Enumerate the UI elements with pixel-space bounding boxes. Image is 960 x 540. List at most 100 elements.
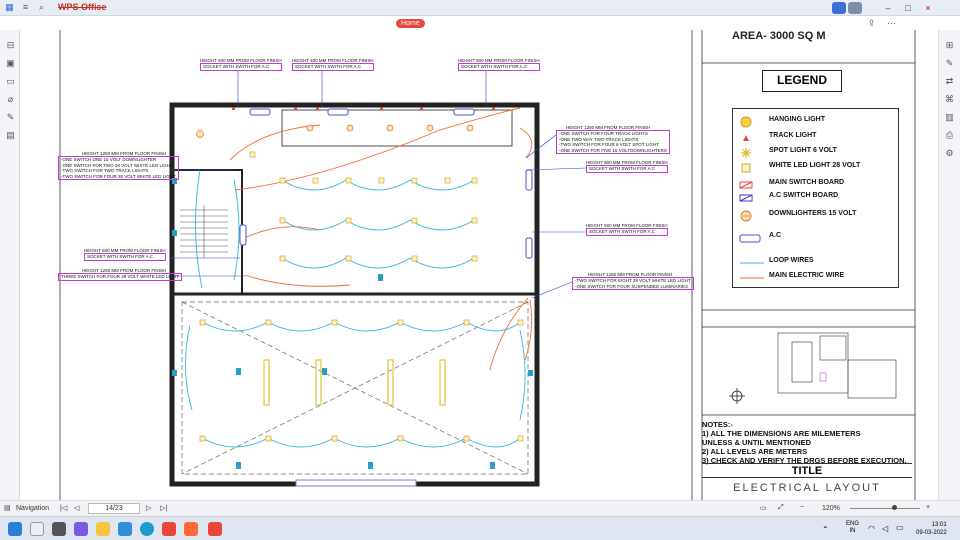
file-explorer-icon[interactable] [96,522,110,536]
zoom-out-icon[interactable]: − [800,504,804,511]
callout-top-left: HEIGHT 600 MM FROM FLOOR FINISH SOCKET W… [200,58,282,71]
language-indicator[interactable]: ENG IN [846,521,859,535]
comment-icon[interactable]: ▭ [5,76,16,87]
search-icon[interactable]: ⌕ [36,2,47,13]
close-icon[interactable]: × [920,2,936,14]
downlighters [196,124,474,138]
volume-icon[interactable]: ◁ [882,524,888,533]
attachment-icon[interactable]: ⌀ [5,94,16,105]
note-line: UNLESS & UNTIL MENTIONED [702,438,812,447]
loop-wires-upper [195,169,475,289]
pdf-app-icon[interactable] [162,522,176,536]
legend-label: DOWNLIGHTERS 15 VOLT [769,210,857,217]
bookmark-icon[interactable]: ⊟ [5,40,16,51]
callout-right-2: HEIGHT 600 MM FROM FLOOR FINISH SOCKET W… [586,160,668,173]
menu-icon[interactable]: ≡ [20,2,31,13]
callout-text: THREE SWITCH FOR FOUR 28 VOLT WHITE LED … [58,273,183,281]
tray-chevron-icon[interactable]: ⌃ [822,525,829,534]
store-icon[interactable] [118,522,132,536]
tool-icon[interactable]: ⊞ [944,40,955,51]
wps-icon[interactable] [208,522,222,536]
first-page-icon[interactable]: |◁ [60,504,67,512]
layers-icon[interactable]: ▤ [5,130,16,141]
counter-outline [281,109,513,147]
search-icon[interactable] [30,522,44,536]
zoom-in-icon[interactable]: + [926,504,930,511]
battery-icon[interactable]: ▭ [896,523,904,532]
staircase [180,205,228,258]
main-electric-wires [229,107,533,371]
office-icon[interactable] [184,522,198,536]
wifi-icon[interactable]: ◠ [868,524,875,533]
tab-page[interactable]: Page [531,19,557,28]
page-input[interactable]: 14/23 [88,503,140,514]
clock-time: 13:01 [931,522,947,528]
legend-label: HANGING LIGHT [769,116,825,123]
settings-icon[interactable]: ⚙ [944,148,955,159]
view-mode-icon[interactable]: ▭ [760,504,767,512]
clock[interactable]: 13:01 09-03-2022 [916,521,947,537]
left-sidebar: ⊟ ▣ ▭ ⌀ ✎ ▤ [0,30,20,500]
user-avatar[interactable] [848,2,862,14]
navigation-icon[interactable]: ▤ [4,504,11,512]
callout-text: SOCKET WITH SWITH FOR A.C [586,228,668,236]
ribbon-tabs: Home Insert Comment Edit Page Protect To… [396,19,624,28]
area-label: AREA- 3000 SQ M [732,30,826,42]
zoom-level[interactable]: 120% [822,505,840,512]
translate-icon[interactable]: ⌘ [944,94,955,105]
legend-item: HANGING LIGHT [733,115,900,129]
callout-lines: -ONE SWITCH ONE 15 VOLT DOWNLIGHTER -ONE… [58,156,179,180]
legend-item: MAIN SWITCH BOARD [733,178,900,192]
tab-home[interactable]: Home [396,19,425,28]
legend-item: LOOP WIRES [733,256,900,270]
legend-item: A.C SWITCH BOARD [733,191,900,205]
more-icon[interactable]: ⋯ [886,18,897,29]
legend-heading: LEGEND [762,70,842,92]
minimize-icon[interactable]: – [880,2,896,14]
application-window: ▦ ≡ ⌕ WPS Office – □ × ⇪ ⋯ Home Insert C… [0,0,960,540]
last-page-icon[interactable]: ▷| [160,504,167,512]
legend-label: MAIN ELECTRIC WIRE [769,272,845,279]
fit-icon[interactable]: ⤢ [778,504,784,512]
tab-comment[interactable]: Comment [460,19,500,28]
convert-icon[interactable]: ⇄ [944,76,955,87]
tab-edit[interactable]: Edit [505,19,527,28]
callout-height: HEIGHT 600 MM FROM FLOOR FINISH [200,58,282,63]
zoom-slider-handle[interactable] [892,505,897,510]
stair-wall [171,169,243,295]
start-icon[interactable] [8,522,22,536]
callout-right-4: HEIGHT 1250 MM FROM FLOOR FINISH -TWO SW… [572,272,694,290]
next-page-icon[interactable]: ▷ [146,504,151,512]
status-bar: ▤ Navigation |◁ ◁ 14/23 ▷ ▷| ▭ ⤢ − 120% … [0,500,960,516]
compress-icon[interactable]: ▥ [944,112,955,123]
edit-icon[interactable]: ✎ [944,58,955,69]
tab-protect[interactable]: Protect [561,19,593,28]
tab-insert[interactable]: Insert [429,19,457,28]
main-switch-board-icon [739,181,753,189]
callout-height: HEIGHT 600 MM FROM FLOOR FINISH [458,58,540,63]
tab-tools[interactable]: Tools [597,19,623,28]
task-view-icon[interactable] [52,522,66,536]
share-icon[interactable]: ⇪ [866,18,877,29]
print-icon[interactable]: ⎙ [944,130,955,141]
app-title: WPS Office [58,2,107,12]
maximize-icon[interactable]: □ [900,2,916,14]
legend-item: A.C [733,231,900,245]
callout-height: HEIGHT 600 MM FROM FLOOR FINISH [586,223,668,228]
callout-left-3: HEIGHT 1250 MM FROM FLOOR FINISH THREE S… [58,268,183,281]
zoom-slider[interactable] [850,508,920,509]
document-canvas[interactable]: HEIGHT 600 MM FROM FLOOR FINISH SOCKET W… [20,30,938,500]
windows-logo-icon[interactable]: ▦ [4,2,15,13]
hanging-light-icon [740,116,752,128]
edge-icon[interactable] [140,522,154,536]
callout-right-3: HEIGHT 600 MM FROM FLOOR FINISH SOCKET W… [586,223,668,236]
account-avatar[interactable] [832,2,846,14]
legend-label: LOOP WIRES [769,257,814,264]
teams-icon[interactable] [74,522,88,536]
thumbnail-icon[interactable]: ▣ [5,58,16,69]
navigation-label[interactable]: Navigation [16,505,49,512]
white-led-lights [199,151,524,442]
signature-icon[interactable]: ✎ [5,112,16,123]
clock-date: 09-03-2022 [916,530,947,536]
prev-page-icon[interactable]: ◁ [74,504,79,512]
